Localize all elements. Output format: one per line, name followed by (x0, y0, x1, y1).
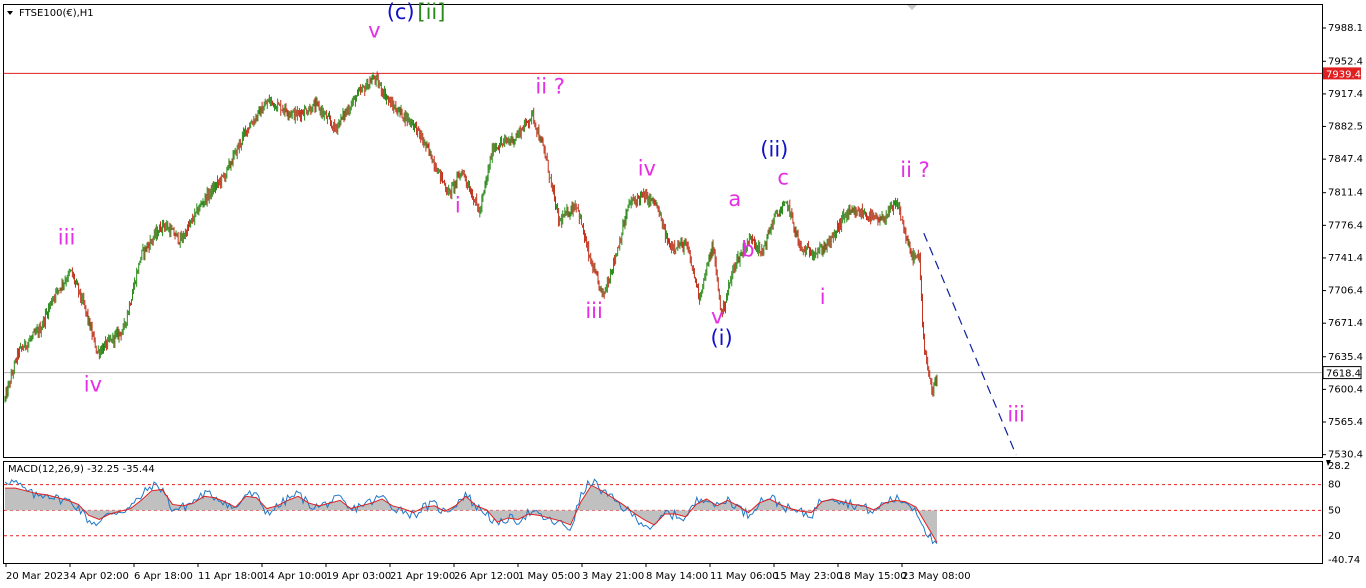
time-tick-label: 18 May 15:00 (838, 571, 907, 582)
wave-label[interactable]: iii (58, 225, 76, 249)
price-tick-label: 7776.4 (1328, 220, 1363, 231)
time-tick-label: 23 May 08:00 (902, 571, 971, 582)
wave-label[interactable]: v (368, 18, 380, 42)
wave-label[interactable]: [ii] (417, 0, 445, 24)
time-tick-label: 1 May 05:00 (518, 571, 580, 582)
time-tick-label: 6 Apr 18:00 (134, 571, 193, 582)
price-tick-label: 7600.4 (1328, 384, 1363, 395)
wave-label[interactable]: (ii) (760, 138, 788, 162)
price-tick-label: 7530.4 (1328, 450, 1363, 461)
wave-label[interactable]: ii ? (900, 158, 930, 182)
time-tick-label: 26 Apr 12:00 (454, 571, 519, 582)
wave-label[interactable]: v (711, 305, 723, 329)
time-tick-label: 4 Apr 02:00 (70, 571, 129, 582)
price-tick-label: 7741.4 (1328, 253, 1363, 264)
time-tick-label: 14 Apr 10:00 (262, 571, 327, 582)
time-tick-label: 3 May 21:00 (582, 571, 644, 582)
price-axis: 7988.1 7952.4 7917.4 7882.5 7847.4 7811.4 7776… (1322, 23, 1363, 461)
price-tick-label: 7811.4 (1328, 188, 1363, 199)
wave-label[interactable]: i (455, 194, 461, 218)
macd-tick-label: -40.74 (1328, 555, 1360, 566)
price-tick-label: 7565.4 (1328, 417, 1363, 428)
wave-label[interactable]: a (728, 187, 741, 211)
macd-tick-label: 20 (1328, 531, 1341, 542)
resistance-price-label: 7939.4 (1326, 69, 1361, 80)
wave-label[interactable]: c (777, 166, 789, 190)
wave-label[interactable]: ii ? (535, 74, 565, 98)
macd-title: MACD(12,26,9) -32.25 -35.44 (8, 464, 155, 475)
time-tick-label: 15 May 23:00 (774, 571, 843, 582)
time-tick-label: 8 May 14:00 (646, 571, 708, 582)
wave-label[interactable]: iii (1007, 402, 1025, 426)
price-panel (3, 4, 1323, 458)
time-tick-label: 11 May 06:00 (710, 571, 779, 582)
price-tick-label: 7952.4 (1328, 56, 1363, 67)
price-tick-label: 7988.1 (1328, 23, 1363, 34)
wave-label[interactable]: i (820, 285, 826, 309)
price-tick-label: 7706.4 (1328, 286, 1363, 297)
price-tick-label: 7671.4 (1328, 318, 1363, 329)
ftse100-h1-chart: FTSE100(€),H1 MACD(12,26,9) -32.25 -35.4… (3, 0, 1363, 582)
macd-axis: 28.2 80 50 20 -40.74 (1328, 461, 1360, 566)
price-tick-label: 7917.4 (1328, 89, 1363, 100)
time-tick-label: 20 Mar 2023 (6, 571, 69, 582)
price-tick-label: 7847.4 (1328, 154, 1363, 165)
macd-tick-label: 50 (1328, 505, 1341, 516)
time-tick-label: 11 Apr 18:00 (198, 571, 263, 582)
time-tick-label: 19 Apr 03:00 (326, 571, 391, 582)
time-axis: 20 Mar 2023 4 Apr 02:00 6 Apr 18:00 11 Apr … (5, 563, 971, 582)
macd-tick-label: 28.2 (1328, 461, 1350, 472)
wave-label[interactable]: iv (638, 156, 656, 180)
price-tick-label: 7882.5 (1328, 121, 1363, 132)
macd-tick-label: 80 (1328, 480, 1341, 491)
chart-title: FTSE100(€),H1 (19, 8, 94, 19)
current-price-label: 7618.4 (1326, 369, 1361, 380)
price-tick-label: 7635.4 (1328, 352, 1363, 363)
wave-label[interactable]: iii (585, 299, 603, 323)
wave-label[interactable]: (c) (387, 0, 415, 24)
wave-label[interactable]: iv (84, 373, 102, 397)
time-tick-label: 21 Apr 19:00 (390, 571, 455, 582)
wave-label[interactable]: (i) (710, 326, 732, 350)
wave-label[interactable]: b (741, 237, 754, 261)
